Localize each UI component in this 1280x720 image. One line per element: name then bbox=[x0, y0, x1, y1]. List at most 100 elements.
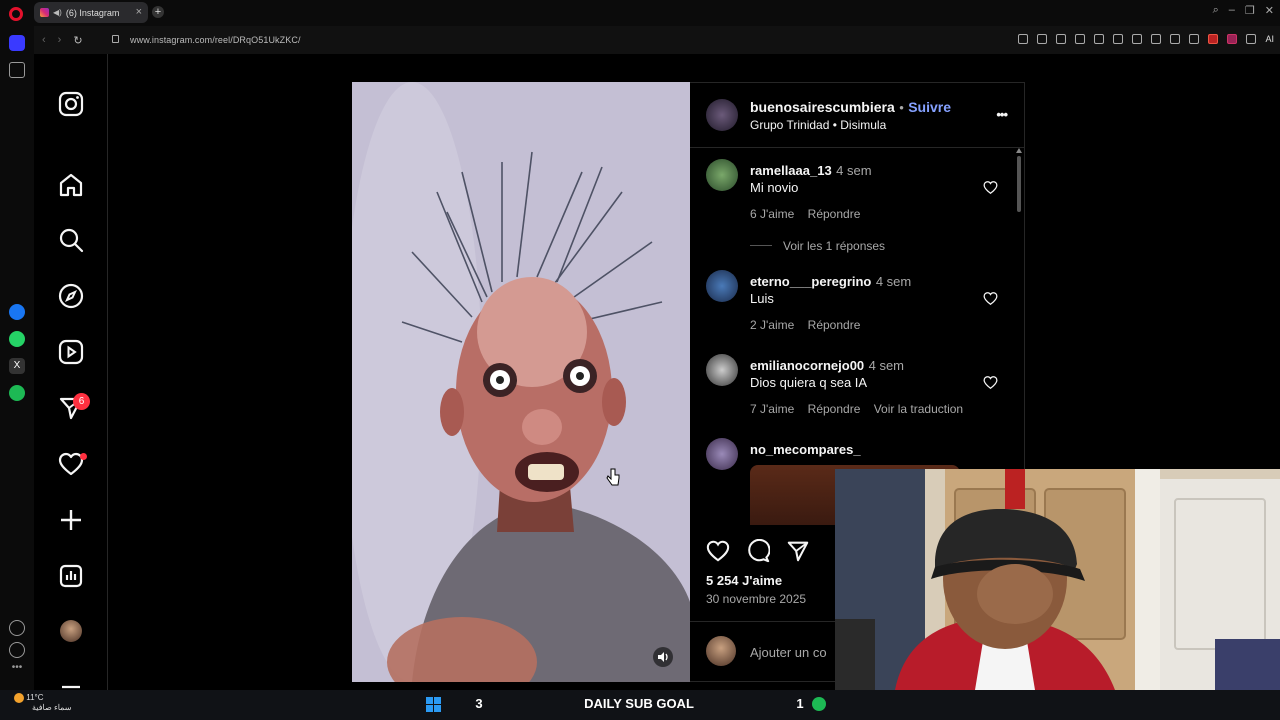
speaker-icon[interactable]: ◀) bbox=[53, 8, 62, 17]
comment-likes[interactable]: 7 J'aime bbox=[750, 402, 794, 416]
video-frame bbox=[352, 82, 690, 682]
comment-time: 4 sem bbox=[875, 274, 912, 289]
webcam-overlay bbox=[835, 469, 1280, 690]
zoom-icon[interactable] bbox=[1018, 34, 1029, 44]
windows-start-icon[interactable] bbox=[426, 697, 441, 712]
comment-username[interactable]: ramellaaa_13 bbox=[750, 163, 832, 178]
translate-button[interactable]: Voir la traduction bbox=[874, 402, 963, 416]
comment-username[interactable]: eterno___peregrino bbox=[750, 274, 871, 289]
cube-icon[interactable] bbox=[1246, 34, 1257, 44]
cursor-icon bbox=[606, 468, 620, 486]
comment-time: 4 sem bbox=[868, 358, 905, 373]
sub-goal-widget: 3 DAILY SUB GOAL 1 bbox=[470, 693, 810, 713]
separator-dot: • bbox=[899, 100, 904, 115]
instagram-favicon-icon bbox=[40, 8, 49, 17]
home-icon[interactable] bbox=[9, 35, 25, 51]
url-field[interactable]: www.instagram.com/reel/DRqO51UkZKC/ bbox=[130, 35, 301, 45]
reload-button[interactable]: ↻ bbox=[73, 34, 82, 47]
back-button[interactable]: ‹ bbox=[42, 34, 46, 47]
shield-icon[interactable] bbox=[1227, 34, 1238, 44]
heart-icon[interactable] bbox=[1132, 34, 1143, 44]
opera-logo-icon[interactable] bbox=[9, 7, 23, 21]
instagram-logo-icon[interactable] bbox=[58, 91, 84, 117]
adblock-icon[interactable] bbox=[1208, 34, 1219, 44]
reply-button[interactable]: Répondre bbox=[808, 207, 861, 221]
menu-icon[interactable] bbox=[1170, 34, 1181, 44]
reply-button[interactable]: Répondre bbox=[808, 318, 861, 332]
star-icon[interactable] bbox=[9, 62, 25, 78]
close-window-button[interactable]: ✕ bbox=[1265, 4, 1274, 17]
view-replies-button[interactable]: Voir les 1 réponses bbox=[783, 239, 885, 253]
comment-username[interactable]: no_mecompares_ bbox=[750, 442, 861, 457]
create-icon[interactable] bbox=[58, 507, 84, 533]
more-icon[interactable] bbox=[58, 674, 84, 689]
temperature: 11°C bbox=[26, 693, 44, 703]
comment-like-icon[interactable] bbox=[983, 291, 998, 306]
messenger-icon[interactable] bbox=[9, 304, 25, 320]
search-tabs-icon[interactable]: ⌕ bbox=[1213, 4, 1219, 17]
comment-text: Dios quiera q sea IA bbox=[750, 375, 868, 390]
camera-icon[interactable] bbox=[1056, 34, 1067, 44]
comment-username[interactable]: emilianocornejo00 bbox=[750, 358, 864, 373]
more-options-icon[interactable]: ••• bbox=[996, 107, 1008, 122]
author-username[interactable]: buenosairescumbiera bbox=[750, 99, 895, 115]
comments-scrollbar[interactable] bbox=[1016, 148, 1022, 524]
ai-button[interactable]: AI bbox=[1265, 34, 1274, 44]
more-icon[interactable]: ••• bbox=[9, 662, 25, 678]
like-icon[interactable] bbox=[706, 539, 730, 563]
dashboard-icon[interactable] bbox=[58, 563, 84, 589]
audio-track[interactable]: Grupo Trinidad • Disimula bbox=[750, 118, 886, 132]
browser-tab-bar: ◀) (6) Instagram × + ⌕ – ❐ ✕ bbox=[0, 0, 1280, 26]
profile-icon[interactable] bbox=[1189, 34, 1200, 44]
browser-tab[interactable]: ◀) (6) Instagram × bbox=[34, 2, 148, 23]
spotify-taskbar-icon[interactable] bbox=[812, 697, 826, 711]
comment-time: 4 sem bbox=[836, 163, 872, 178]
reply-button[interactable]: Répondre bbox=[808, 402, 861, 416]
whatsapp-icon[interactable] bbox=[9, 331, 25, 347]
add-comment-input[interactable]: Ajouter un co bbox=[750, 645, 827, 660]
comment-like-icon[interactable] bbox=[983, 375, 998, 390]
share-icon[interactable] bbox=[786, 539, 810, 563]
x-icon[interactable]: X bbox=[9, 358, 25, 374]
explore-icon[interactable] bbox=[58, 283, 84, 309]
profile-avatar[interactable] bbox=[60, 620, 82, 642]
author-avatar[interactable] bbox=[706, 99, 738, 131]
sub-goal-target: 1 bbox=[796, 695, 804, 711]
new-tab-button[interactable]: + bbox=[152, 6, 164, 18]
spotify-icon[interactable] bbox=[9, 385, 25, 401]
follow-button[interactable]: Suivre bbox=[908, 99, 951, 115]
vpn-icon[interactable] bbox=[1075, 34, 1086, 44]
home-icon[interactable] bbox=[58, 172, 84, 198]
forward-button[interactable]: › bbox=[58, 34, 62, 47]
post-date: 30 novembre 2025 bbox=[706, 592, 807, 606]
likes-count[interactable]: 5 254 J'aime bbox=[706, 573, 782, 588]
reels-icon[interactable] bbox=[58, 339, 84, 365]
weather-widget[interactable]: 11°C سماء صافية bbox=[14, 693, 72, 713]
comment-avatar[interactable] bbox=[706, 159, 738, 191]
edit-icon[interactable] bbox=[1037, 34, 1048, 44]
activity-dot bbox=[80, 453, 87, 460]
extension-icon[interactable] bbox=[1094, 34, 1105, 44]
tab-close-icon[interactable]: × bbox=[136, 6, 142, 18]
tab-title: (6) Instagram bbox=[65, 7, 120, 18]
comment-icon[interactable] bbox=[746, 539, 770, 563]
comment-likes[interactable]: 6 J'aime bbox=[750, 207, 794, 221]
comment-avatar[interactable] bbox=[706, 270, 738, 302]
download-icon[interactable] bbox=[1151, 34, 1162, 44]
search-icon[interactable] bbox=[58, 227, 84, 253]
history-icon[interactable] bbox=[9, 642, 25, 658]
comment-avatar[interactable] bbox=[706, 354, 738, 386]
webcam-frame bbox=[835, 469, 1280, 690]
comment-text: Luis bbox=[750, 291, 774, 306]
minimize-button[interactable]: – bbox=[1229, 4, 1235, 17]
lock-icon[interactable] bbox=[112, 35, 119, 43]
comment-like-icon[interactable] bbox=[983, 180, 998, 195]
notifications-badge: 6 bbox=[73, 393, 90, 410]
reel-video[interactable] bbox=[352, 82, 690, 682]
heart-icon[interactable] bbox=[9, 620, 25, 636]
restore-button[interactable]: ❐ bbox=[1245, 4, 1255, 17]
comment-likes[interactable]: 2 J'aime bbox=[750, 318, 794, 332]
volume-icon[interactable] bbox=[653, 647, 673, 667]
comment-avatar[interactable] bbox=[706, 438, 738, 470]
play-icon[interactable] bbox=[1113, 34, 1124, 44]
